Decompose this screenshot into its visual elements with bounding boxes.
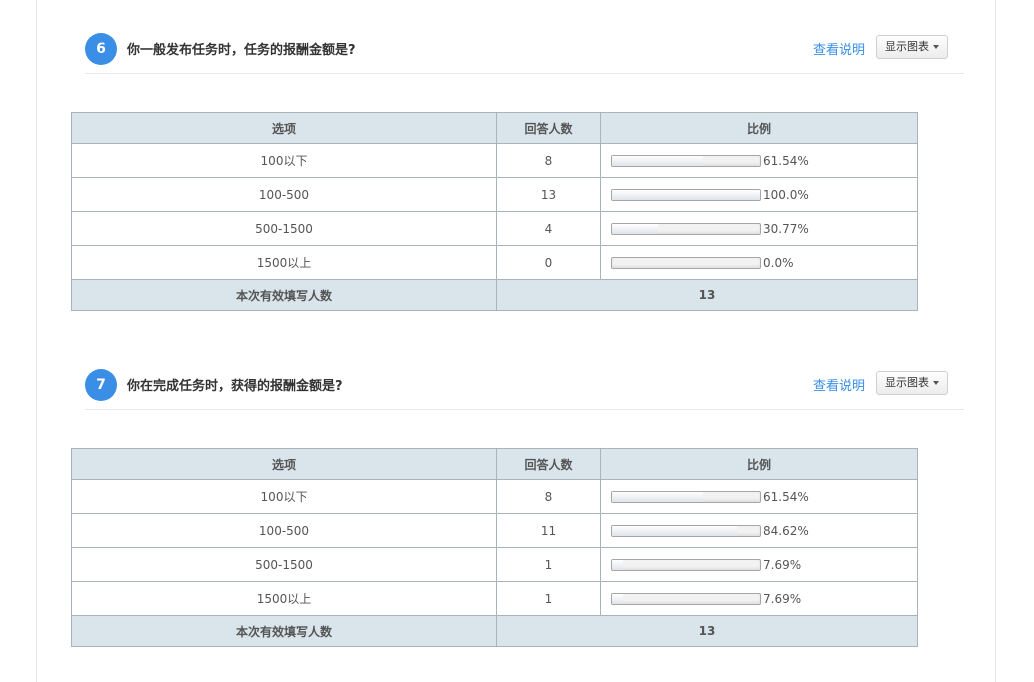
percent-bar [611,222,761,235]
question-title: 你一般发布任务时，任务的报酬金额是? [127,43,356,58]
table-row: 100以下 8 61.54% [71,143,918,178]
percent-bar-fill [612,223,658,234]
percent-bar [611,154,761,167]
ratio-cell: 7.69% [600,581,918,616]
percent-bar-fill [612,189,760,200]
percent-bar [611,592,761,605]
percent-bar-fill [612,155,704,166]
percent-text: 61.54% [763,489,809,504]
column-header-ratio: 比例 [600,112,918,144]
ratio-cell: 7.69% [600,547,918,582]
ratio-cell: 61.54% [600,143,918,178]
percent-bar [611,256,761,269]
column-header-option: 选项 [71,112,497,144]
percent-bar [611,524,761,537]
show-chart-label: 显示图表 [885,40,929,53]
table-row: 500-1500 1 7.69% [71,547,918,582]
percent-text: 84.62% [763,523,809,538]
ratio-cell: 61.54% [600,479,918,514]
count-cell: 8 [496,479,601,514]
option-cell: 100-500 [71,513,497,548]
percent-text: 61.54% [763,153,809,168]
total-row: 本次有效填写人数 13 [71,279,918,311]
column-header-ratio: 比例 [600,448,918,480]
view-explanation-link[interactable]: 查看说明 [813,39,865,58]
table-row: 1500以上 1 7.69% [71,581,918,616]
percent-text: 7.69% [763,591,802,606]
question-number-badge: 6 [85,33,117,65]
view-explanation-link[interactable]: 查看说明 [813,375,865,394]
show-chart-button[interactable]: 显示图表 [876,371,948,395]
percent-text: 0.0% [763,255,794,270]
table-row: 1500以上 0 0.0% [71,245,918,280]
ratio-cell: 30.77% [600,211,918,246]
question-header: 7 你在完成任务时，获得的报酬金额是? 查看说明 显示图表 [85,369,964,410]
total-row: 本次有效填写人数 13 [71,615,918,647]
question-header: 6 你一般发布任务时，任务的报酬金额是? 查看说明 显示图表 [85,33,964,74]
total-value: 13 [496,279,918,311]
option-cell: 500-1500 [71,547,497,582]
count-cell: 13 [496,177,601,212]
table-header-row: 选项 回答人数 比例 [71,448,918,480]
question-7: 7 你在完成任务时，获得的报酬金额是? 查看说明 显示图表 选项 回答人数 比例… [71,369,964,647]
percent-text: 100.0% [763,187,809,202]
ratio-cell: 100.0% [600,177,918,212]
column-header-count: 回答人数 [496,448,601,480]
column-header-count: 回答人数 [496,112,601,144]
option-cell: 500-1500 [71,211,497,246]
question-title: 你在完成任务时，获得的报酬金额是? [127,379,343,394]
option-cell: 100以下 [71,143,497,178]
percent-text: 30.77% [763,221,809,236]
count-cell: 1 [496,547,601,582]
percent-bar [611,490,761,503]
count-cell: 8 [496,143,601,178]
total-label: 本次有效填写人数 [71,279,497,311]
count-cell: 1 [496,581,601,616]
percent-bar [611,558,761,571]
percent-bar-fill [612,593,624,604]
total-label: 本次有效填写人数 [71,615,497,647]
table-row: 100-500 13 100.0% [71,177,918,212]
caret-down-icon [933,381,939,385]
option-cell: 1500以上 [71,245,497,280]
count-cell: 4 [496,211,601,246]
table-row: 100-500 11 84.62% [71,513,918,548]
column-header-option: 选项 [71,448,497,480]
show-chart-label: 显示图表 [885,376,929,389]
result-table: 选项 回答人数 比例 100以下 8 61.54% 100-500 11 84.… [71,448,918,647]
table-header-row: 选项 回答人数 比例 [71,112,918,144]
result-table: 选项 回答人数 比例 100以下 8 61.54% 100-500 13 100… [71,112,918,311]
caret-down-icon [933,45,939,49]
survey-results-page: 6 你一般发布任务时，任务的报酬金额是? 查看说明 显示图表 选项 回答人数 比… [36,0,996,682]
count-cell: 0 [496,245,601,280]
total-value: 13 [496,615,918,647]
show-chart-button[interactable]: 显示图表 [876,35,948,59]
table-row: 500-1500 4 30.77% [71,211,918,246]
percent-bar-fill [612,525,738,536]
count-cell: 11 [496,513,601,548]
table-row: 100以下 8 61.54% [71,479,918,514]
percent-bar-fill [612,559,624,570]
ratio-cell: 0.0% [600,245,918,280]
question-6: 6 你一般发布任务时，任务的报酬金额是? 查看说明 显示图表 选项 回答人数 比… [71,33,964,311]
percent-text: 7.69% [763,557,802,572]
ratio-cell: 84.62% [600,513,918,548]
option-cell: 100以下 [71,479,497,514]
option-cell: 100-500 [71,177,497,212]
option-cell: 1500以上 [71,581,497,616]
percent-bar-fill [612,491,704,502]
percent-bar [611,188,761,201]
question-number-badge: 7 [85,369,117,401]
